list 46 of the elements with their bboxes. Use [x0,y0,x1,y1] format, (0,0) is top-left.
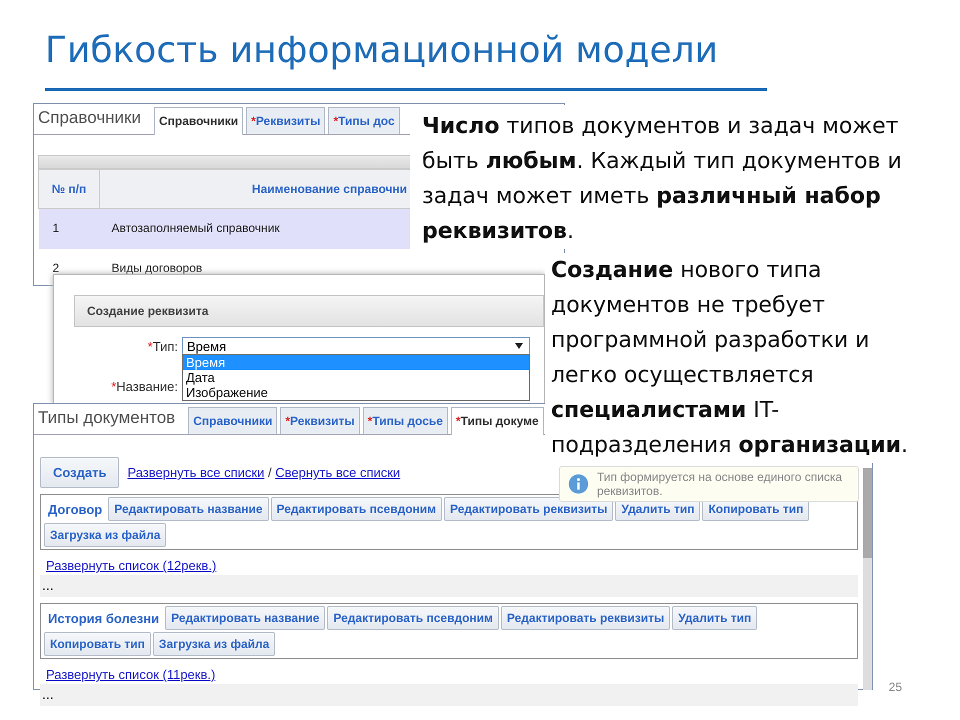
tooltip-text: Тип формируется на основе единого списка реквизитов. [596,470,844,498]
page-number: 25 [888,680,902,694]
tab[interactable]: Справочники [188,407,278,434]
ellipsis-row: ... [40,575,858,597]
tab[interactable]: *Реквизиты [280,407,360,434]
action-button[interactable]: Копировать тип [44,632,151,656]
collapse-all-link[interactable]: Свернуть все списки [275,465,400,480]
ellipsis-row: ... [40,684,858,706]
action-button[interactable]: Редактировать псевдоним [327,606,499,630]
field-label: *Название: [110,379,179,394]
tab[interactable]: Справочники [154,107,244,135]
type-select[interactable]: Время [182,337,530,355]
action-button[interactable]: Редактировать псевдоним [270,497,442,521]
table-cell: 1 [52,221,60,235]
action-button[interactable]: Удалить тип [672,606,758,630]
dropdown-option[interactable]: Время [183,355,529,370]
action-button[interactable]: Редактировать название [165,606,326,630]
tab[interactable]: *Типы досье [362,407,448,434]
action-button[interactable]: Редактировать реквизиты [500,606,670,630]
action-button[interactable]: Редактировать название [108,497,269,521]
expand-list-link[interactable]: Развернуть список (11рекв.) [46,667,858,682]
window-title: Справочники [38,108,142,129]
column-header: № п/п [38,170,100,208]
scrollbar[interactable] [863,468,872,690]
dropdown-option[interactable]: Изображение [183,385,529,400]
expand-all-link[interactable]: Развернуть все списки [127,465,264,480]
field-label: *Тип: [146,338,179,354]
tab[interactable]: *Реквизиты [246,107,326,134]
table-cell: Виды договоров [112,260,202,274]
type-name: Договор [47,502,104,516]
dropdown-option[interactable]: Дата [183,370,529,385]
tab[interactable]: *Типы докуме [450,407,544,435]
separator: / [268,465,272,480]
action-button[interactable]: Загрузка из файла [152,632,276,656]
type-name: История болезни [47,610,160,626]
action-button[interactable]: Редактировать реквизиты [444,497,614,521]
window-title: Типы документов [38,408,176,429]
action-button[interactable]: Загрузка из файла [44,523,166,547]
slide-title: Гибкость информационной модели [45,30,718,71]
caret-icon [515,343,523,349]
dialog-title: Создание реквизита [74,295,544,327]
table-cell: 2 [52,260,60,274]
tab[interactable]: *Типы дос [328,107,400,134]
table-cell: Автозаполняемый справочник [112,221,280,235]
create-button[interactable]: Создать [40,457,120,488]
expand-list-link[interactable]: Развернуть список (12рекв.) [46,558,858,573]
